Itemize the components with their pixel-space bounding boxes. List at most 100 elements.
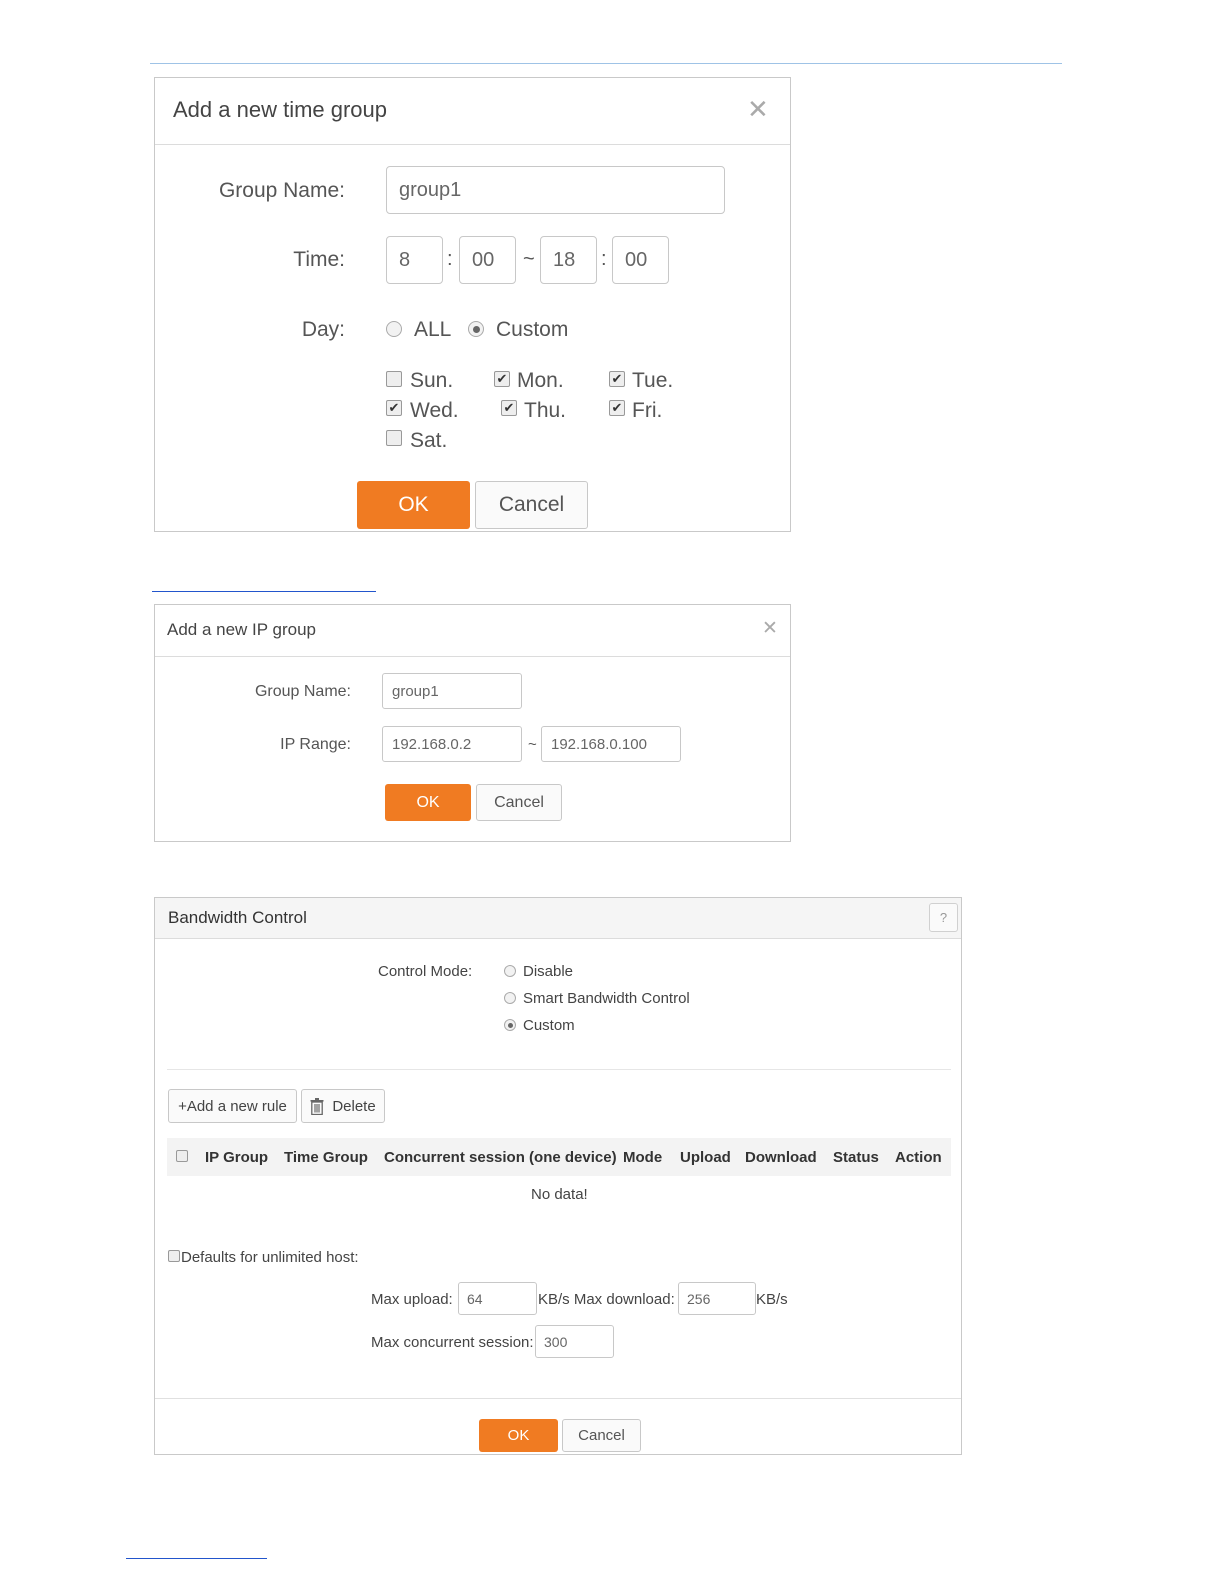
cancel-label: Cancel — [494, 793, 544, 811]
add-rule-label: +Add a new rule — [178, 1097, 287, 1115]
mode-smart-label: Smart Bandwidth Control — [523, 990, 690, 1007]
mon-checkbox[interactable]: ✔ — [494, 371, 510, 387]
tue-checkbox[interactable]: ✔ — [609, 371, 625, 387]
ok-button[interactable]: OK — [385, 784, 471, 821]
mode-custom-radio[interactable] — [504, 1019, 516, 1031]
close-icon[interactable]: ✕ — [747, 94, 769, 125]
cancel-label: Cancel — [498, 493, 565, 516]
max-download-label: KB/s Max download: — [538, 1291, 675, 1308]
column-header: IP Group — [205, 1149, 269, 1166]
max-session-label: Max concurrent session: — [371, 1334, 534, 1351]
sun-checkbox[interactable] — [386, 371, 402, 387]
column-header: Action — [895, 1149, 942, 1166]
max-upload-label: Max upload: — [371, 1291, 453, 1308]
cancel-label: Cancel — [578, 1427, 625, 1444]
start-hour-input[interactable]: 8 — [386, 236, 443, 284]
footer-divider — [155, 1398, 961, 1399]
thu-checkbox[interactable]: ✔ — [501, 400, 517, 416]
cancel-button[interactable]: Cancel — [475, 481, 588, 529]
help-icon: ? — [939, 910, 948, 925]
max-download-value: 256 — [687, 1290, 711, 1307]
day-all-radio[interactable] — [386, 321, 402, 337]
column-header: Mode — [623, 1149, 663, 1166]
bandwidth-control-panel: Bandwidth Control ? Control Mode: Disabl… — [154, 897, 962, 1455]
wed-checkbox[interactable]: ✔ — [386, 400, 402, 416]
max-session-input[interactable]: 300 — [535, 1325, 614, 1358]
start-hour-value: 8 — [399, 248, 411, 271]
column-header: Concurrent session (one device) — [384, 1149, 617, 1166]
ip-start-value: 192.168.0.2 — [392, 735, 472, 753]
day-all-label: ALL — [414, 318, 452, 341]
tilde-separator: ~ — [523, 248, 535, 270]
mode-smart-radio[interactable] — [504, 992, 516, 1004]
control-mode-label: Control Mode: — [378, 963, 473, 980]
colon-separator: : — [447, 248, 453, 270]
ip-group-dialog: Add a new IP group ✕ Group Name: group1 … — [154, 604, 791, 842]
close-icon[interactable]: ✕ — [762, 617, 778, 640]
defaults-label: Defaults for unlimited host: — [181, 1249, 359, 1266]
tilde-separator: ~ — [528, 736, 537, 753]
mode-disable-radio[interactable] — [504, 965, 516, 977]
select-all-checkbox[interactable] — [176, 1150, 188, 1162]
ok-label: OK — [416, 793, 440, 811]
sat-label: Sat. — [410, 429, 448, 452]
column-header: Status — [833, 1149, 879, 1166]
time-group-dialog: Add a new time group ✕ Group Name: group… — [154, 77, 791, 532]
delete-button[interactable]: Delete — [301, 1089, 385, 1123]
panel-title: Bandwidth Control — [168, 908, 307, 927]
time-label: Time: — [293, 248, 345, 271]
cancel-button[interactable]: Cancel — [562, 1419, 641, 1452]
trash-icon — [310, 1098, 324, 1116]
end-hour-value: 18 — [553, 248, 576, 271]
link-underline[interactable] — [152, 591, 376, 592]
ok-button[interactable]: OK — [357, 481, 470, 529]
dialog-title: Add a new IP group — [167, 620, 317, 639]
start-minute-input[interactable]: 00 — [459, 236, 516, 284]
delete-label: Delete — [332, 1097, 376, 1115]
fri-checkbox[interactable]: ✔ — [609, 400, 625, 416]
defaults-checkbox[interactable] — [168, 1250, 180, 1262]
column-header: Download — [745, 1149, 817, 1166]
tue-label: Tue. — [632, 369, 674, 392]
group-name-label: Group Name: — [254, 683, 351, 700]
header-rule — [150, 63, 1062, 64]
help-button[interactable]: ? — [929, 903, 958, 932]
day-custom-label: Custom — [496, 318, 569, 341]
max-download-input[interactable]: 256 — [678, 1282, 756, 1315]
max-upload-input[interactable]: 64 — [458, 1282, 537, 1315]
link-underline[interactable] — [126, 1558, 267, 1559]
empty-table-text: No data! — [531, 1186, 588, 1203]
day-label: Day: — [301, 318, 345, 341]
ok-label: OK — [398, 493, 429, 516]
max-upload-value: 64 — [467, 1290, 483, 1307]
end-minute-value: 00 — [625, 248, 648, 271]
divider — [167, 1069, 951, 1070]
end-hour-input[interactable]: 18 — [540, 236, 597, 284]
mode-custom-label: Custom — [523, 1017, 575, 1034]
column-header: Upload — [680, 1149, 731, 1166]
ip-end-value: 192.168.0.100 — [551, 735, 647, 753]
group-name-input[interactable]: group1 — [382, 673, 522, 709]
colon-separator: : — [601, 248, 607, 270]
add-rule-button[interactable]: +Add a new rule — [168, 1089, 297, 1123]
fri-label: Fri. — [632, 399, 663, 422]
end-minute-input[interactable]: 00 — [612, 236, 669, 284]
group-name-value: group1 — [392, 682, 439, 700]
mon-label: Mon. — [517, 369, 564, 392]
ok-label: OK — [507, 1427, 530, 1444]
dialog-title: Add a new time group — [173, 97, 388, 122]
ip-range-label: IP Range: — [280, 736, 351, 753]
cancel-button[interactable]: Cancel — [476, 784, 562, 821]
thu-label: Thu. — [524, 399, 567, 422]
start-minute-value: 00 — [472, 248, 495, 271]
ok-button[interactable]: OK — [479, 1419, 558, 1452]
day-custom-radio[interactable] — [468, 321, 484, 337]
column-header: Time Group — [284, 1149, 368, 1166]
sat-checkbox[interactable] — [386, 430, 402, 446]
max-session-value: 300 — [544, 1333, 568, 1350]
group-name-label: Group Name: — [218, 179, 345, 202]
ip-start-input[interactable]: 192.168.0.2 — [382, 726, 522, 762]
sun-label: Sun. — [410, 369, 454, 392]
group-name-input[interactable]: group1 — [386, 166, 725, 214]
ip-end-input[interactable]: 192.168.0.100 — [541, 726, 681, 762]
